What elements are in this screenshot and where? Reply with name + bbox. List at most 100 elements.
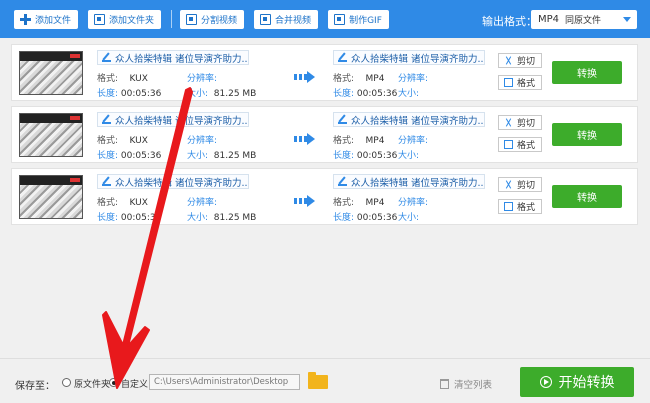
save-path-input[interactable] (149, 374, 300, 390)
target-size: 大小: (398, 151, 420, 161)
edit-icon (102, 53, 111, 62)
start-convert-button[interactable]: 开始转换 (520, 367, 634, 397)
convert-arrow-icon (294, 71, 316, 84)
add-folder-label: 添加文件夹 (109, 15, 155, 26)
custom-folder-radio[interactable] (109, 378, 118, 387)
edit-icon (338, 115, 347, 124)
format-icon (504, 202, 513, 211)
source-size: 大小: 81.25 MB (187, 151, 257, 161)
target-name-field[interactable]: 众人拾柴特辑 诸位导演齐助力... (333, 174, 485, 189)
gif-icon (334, 13, 346, 25)
source-size: 大小: 81.25 MB (187, 89, 257, 99)
source-size: 大小: 81.25 MB (187, 213, 257, 223)
target-name-field[interactable]: 众人拾柴特辑 诸位导演齐助力... (333, 112, 485, 127)
format-icon (504, 78, 513, 87)
add-file-button[interactable]: 添加文件 (14, 9, 79, 29)
format-button[interactable]: 格式 (498, 75, 542, 90)
source-resolution: 分辨率: (187, 198, 218, 208)
folder-add-icon (94, 13, 106, 25)
target-name: 众人拾柴特辑 诸位导演齐助力... (351, 115, 485, 127)
merge-video-button[interactable]: 合并视频 (254, 9, 319, 29)
original-folder-radio[interactable] (62, 378, 71, 387)
source-name: 众人拾柴特辑 诸位导演齐助力... (115, 115, 249, 127)
merge-video-label: 合并视频 (275, 15, 312, 26)
edit-icon (338, 177, 347, 186)
output-format-select[interactable]: MP4 同原文件 (531, 10, 637, 29)
file-list: 众人拾柴特辑 诸位导演齐助力... 格式: KUX 分辨率: 长度: 00:05… (11, 44, 638, 230)
source-name: 众人拾柴特辑 诸位导演齐助力... (115, 177, 249, 189)
target-format: 格式: MP4 (333, 74, 385, 84)
folder-icon[interactable] (308, 372, 328, 389)
add-folder-button[interactable]: 添加文件夹 (88, 9, 162, 29)
source-duration: 长度: 00:05:36 (97, 89, 162, 99)
target-format: 格式: MP4 (333, 198, 385, 208)
video-thumbnail (19, 51, 83, 95)
toolbar: 添加文件 添加文件夹 分割视频 合并视频 制作GIF 输出格式： MP4 同原文… (0, 0, 650, 38)
add-file-label: 添加文件 (35, 15, 72, 26)
bottom-bar: 保存至： 原文件夹 自定义 清空列表 开始转换 (0, 358, 650, 403)
source-format: 格式: KUX (97, 198, 148, 208)
source-resolution: 分辨率: (187, 136, 218, 146)
edit-icon (102, 115, 111, 124)
original-folder-label: 原文件夹 (74, 380, 111, 390)
target-name: 众人拾柴特辑 诸位导演齐助力... (351, 177, 485, 189)
convert-button[interactable]: 转换 (552, 123, 622, 146)
save-to-label: 保存至： (15, 381, 55, 392)
video-thumbnail (19, 175, 83, 219)
cut-button[interactable]: 剪切 (498, 115, 542, 130)
trash-icon (440, 379, 449, 389)
output-format-label: 输出格式： (482, 15, 537, 28)
scissors-icon (504, 118, 513, 127)
merge-icon (260, 13, 272, 25)
source-format: 格式: KUX (97, 136, 148, 146)
cut-button[interactable]: 剪切 (498, 53, 542, 68)
play-icon (539, 376, 552, 388)
format-button[interactable]: 格式 (498, 137, 542, 152)
source-name-field[interactable]: 众人拾柴特辑 诸位导演齐助力... (97, 174, 249, 189)
toolbar-divider (171, 10, 173, 28)
convert-button[interactable]: 转换 (552, 61, 622, 84)
target-name-field[interactable]: 众人拾柴特辑 诸位导演齐助力... (333, 50, 485, 65)
target-resolution: 分辨率: (398, 198, 429, 208)
target-resolution: 分辨率: (398, 136, 429, 146)
source-name-field[interactable]: 众人拾柴特辑 诸位导演齐助力... (97, 112, 249, 127)
source-resolution: 分辨率: (187, 74, 218, 84)
convert-button[interactable]: 转换 (552, 185, 622, 208)
clear-list-button[interactable]: 清空列表 (440, 377, 492, 391)
source-duration: 长度: 00:05:36 (97, 151, 162, 161)
target-size: 大小: (398, 213, 420, 223)
output-format-value: MP4 (538, 14, 560, 25)
source-duration: 长度: 00:05:36 (97, 213, 162, 223)
format-button[interactable]: 格式 (498, 199, 542, 214)
video-thumbnail (19, 113, 83, 157)
make-gif-button[interactable]: 制作GIF (328, 9, 389, 29)
split-video-button[interactable]: 分割视频 (180, 9, 245, 29)
clear-list-label: 清空列表 (454, 380, 493, 391)
start-convert-label: 开始转换 (558, 375, 615, 391)
split-video-label: 分割视频 (201, 15, 238, 26)
target-duration: 长度: 00:05:36 (333, 213, 398, 223)
convert-arrow-icon (294, 195, 316, 208)
file-row: 众人拾柴特辑 诸位导演齐助力... 格式: KUX 分辨率: 长度: 00:05… (11, 44, 638, 101)
split-icon (186, 13, 198, 25)
output-format-sub: 同原文件 (565, 16, 602, 26)
target-format: 格式: MP4 (333, 136, 385, 146)
target-size: 大小: (398, 89, 420, 99)
source-name: 众人拾柴特辑 诸位导演齐助力... (115, 53, 249, 65)
edit-icon (338, 53, 347, 62)
scissors-icon (504, 180, 513, 189)
file-row: 众人拾柴特辑 诸位导演齐助力... 格式: KUX 分辨率: 长度: 00:05… (11, 106, 638, 163)
scissors-icon (504, 56, 513, 65)
plus-icon (20, 13, 31, 25)
source-name-field[interactable]: 众人拾柴特辑 诸位导演齐助力... (97, 50, 249, 65)
file-row: 众人拾柴特辑 诸位导演齐助力... 格式: KUX 分辨率: 长度: 00:05… (11, 168, 638, 225)
source-format: 格式: KUX (97, 74, 148, 84)
make-gif-label: 制作GIF (349, 15, 382, 26)
format-icon (504, 140, 513, 149)
convert-arrow-icon (294, 133, 316, 146)
target-duration: 长度: 00:05:36 (333, 89, 398, 99)
cut-button[interactable]: 剪切 (498, 177, 542, 192)
custom-folder-label: 自定义 (121, 380, 149, 390)
edit-icon (102, 177, 111, 186)
target-duration: 长度: 00:05:36 (333, 151, 398, 161)
